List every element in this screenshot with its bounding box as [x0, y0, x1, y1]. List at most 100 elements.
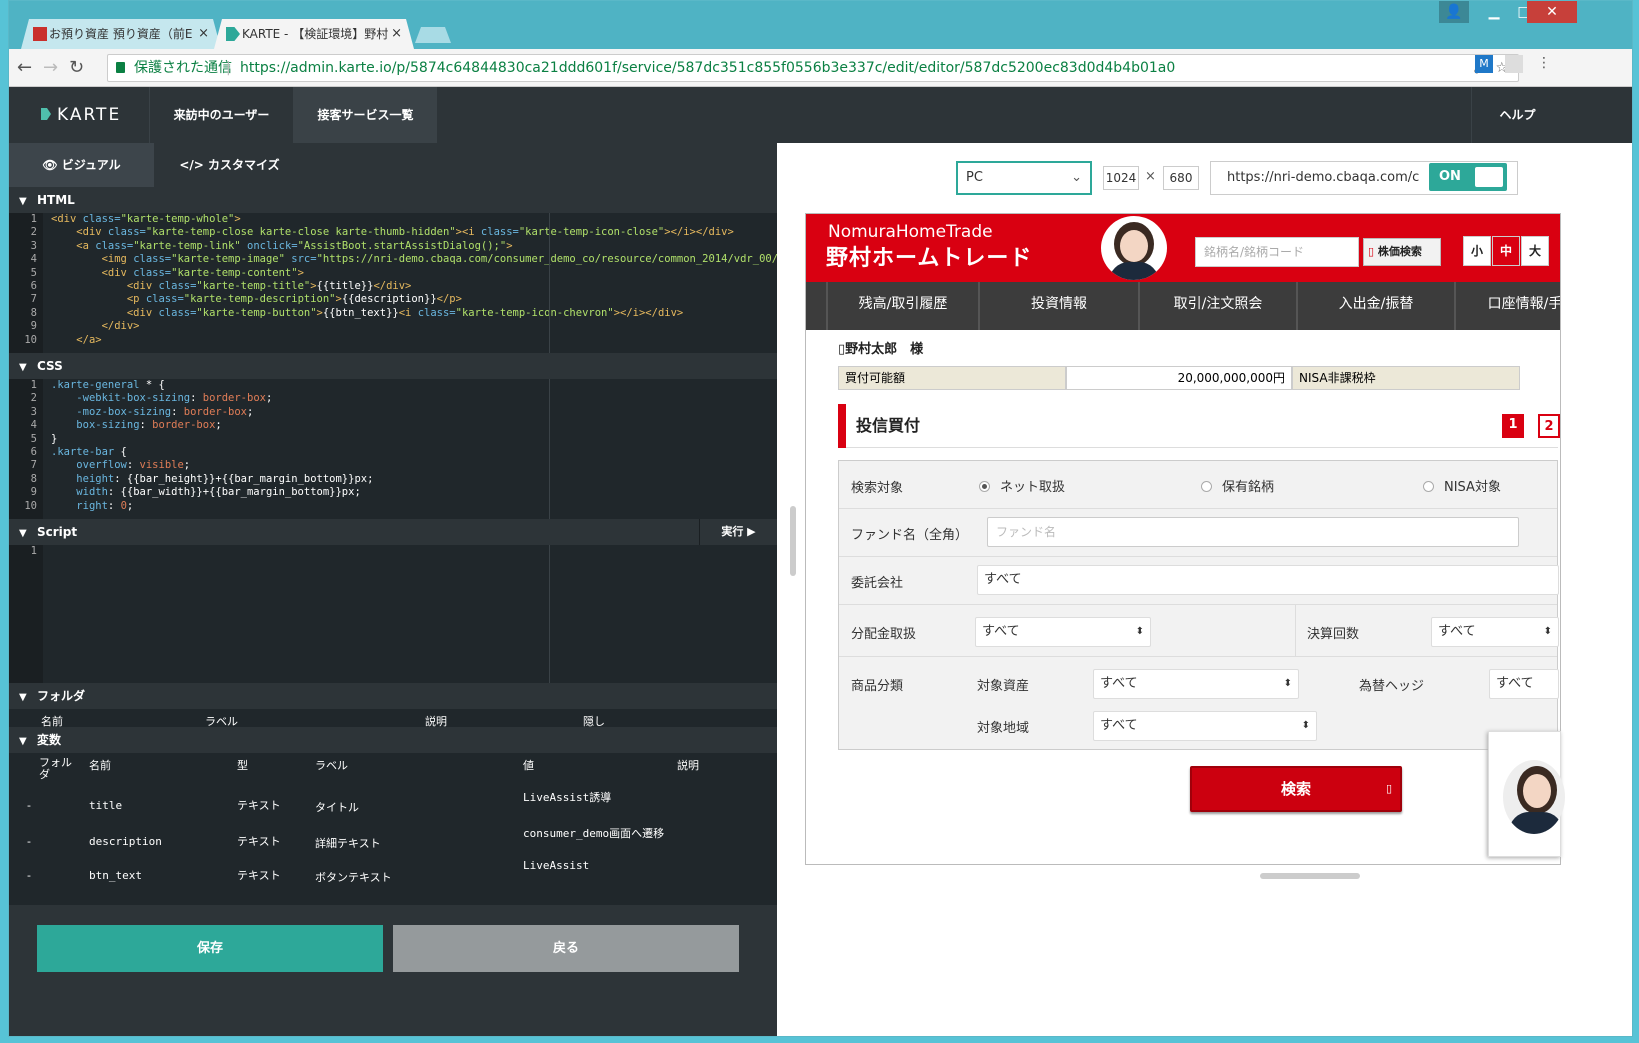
back-arrow-icon[interactable]: ← — [17, 57, 32, 78]
tab-visual[interactable]: 👁 ビジュアル — [9, 143, 154, 187]
menu-info[interactable]: 投資情報 — [978, 282, 1138, 330]
updown-icon: ⬍ — [1283, 678, 1292, 689]
height-input[interactable]: 680 — [1163, 166, 1199, 190]
radio-held[interactable]: 保有銘柄 — [1201, 476, 1274, 495]
nav-service-list[interactable]: 接客サービス一覧 — [293, 87, 437, 143]
asset-select[interactable]: すべて ⬍ — [1093, 669, 1299, 699]
css-code-editor[interactable]: 1 2 3 4 5 6 7 8 9 10 .karte-general * { -webkit-b… — [9, 379, 777, 519]
dist-select[interactable]: すべて ⬍ — [975, 617, 1151, 647]
line-numbers: 1 2 3 4 5 6 7 8 9 10 — [9, 379, 43, 519]
chevron-down-icon: ⌄ — [1071, 170, 1082, 185]
back-button[interactable]: 戻る — [393, 925, 739, 972]
app-navbar: KARTE 来訪中のユーザー 接客サービス一覧 ヘルプ — [9, 87, 1632, 143]
karte-favicon-icon — [226, 27, 240, 41]
url-text: https://admin.karte.io/p/5874c64844830ca… — [240, 60, 1176, 76]
close-icon[interactable]: × — [391, 19, 402, 49]
menu-orders[interactable]: 取引/注文照会 — [1138, 282, 1296, 330]
logo-jp: 野村ホームトレード — [826, 246, 1033, 271]
fund-search-button[interactable]: 検索 ▯ — [1190, 766, 1402, 812]
form-row-product: 商品分類 対象資産 すべて ⬍ 為替ヘッジ すべて 対象地域 すべて ⬍ — [839, 657, 1559, 751]
new-tab-button[interactable] — [415, 27, 451, 43]
lock-icon — [116, 62, 125, 73]
width-input[interactable]: 1024 — [1103, 166, 1139, 190]
fund-name-input[interactable]: ファンド名 — [987, 517, 1519, 547]
nisa-label: NISA非課税枠 — [1292, 366, 1520, 390]
run-button[interactable]: 実行 ▶ — [699, 519, 777, 545]
menu-dots-icon[interactable]: ⋮ — [1537, 55, 1551, 71]
col-value: 値 — [523, 759, 534, 772]
user-icon[interactable]: 👤 — [1439, 1, 1469, 23]
device-select[interactable]: PC ⌄ — [956, 161, 1092, 195]
search-form: 検索対象 ネット取扱 保有銘柄 NISA対象 ファンド名（全角） ファンド名 委… — [838, 460, 1559, 751]
menu-account[interactable]: 口座情報/手 — [1454, 282, 1560, 330]
value-textarea[interactable]: consumer_demo画面へ遷移 — [523, 825, 664, 841]
nav-visiting-users[interactable]: 来訪中のユーザー — [149, 87, 293, 143]
browser-window: お預り資産 預り資産（前E × KARTE - 【検証環境】野村 × 👤 ▁ □… — [8, 0, 1633, 1037]
section-title: 投信買付 — [856, 416, 921, 435]
value-textarea[interactable]: LiveAssist誘導 — [523, 789, 611, 805]
extension-m-icon[interactable]: M — [1475, 55, 1493, 73]
print-margin — [549, 213, 550, 353]
address-bar[interactable]: 保護された通信 | https://admin.karte.io/p/5874c… — [107, 54, 1519, 82]
reload-icon[interactable]: ↻ — [69, 57, 84, 78]
chevron-down-icon: ▼ — [19, 736, 27, 747]
browser-tab-1[interactable]: お預り資産 預り資産（前E × — [21, 19, 221, 49]
line-numbers: 1 — [9, 545, 43, 683]
preview-site: NomuraHomeTrade 野村ホームトレード 銘柄名/銘柄コード ▯ 株価… — [805, 213, 1561, 865]
html-code-editor[interactable]: 1 2 3 4 5 6 7 8 9 10 <div class="karte-temp-whole… — [9, 213, 777, 353]
karte-logo[interactable]: KARTE — [9, 87, 149, 143]
close-icon[interactable]: × — [198, 19, 209, 49]
col-description: 説明 — [677, 759, 699, 772]
save-button[interactable]: 保存 — [37, 925, 383, 972]
close-window-button[interactable]: ✕ — [1527, 1, 1577, 23]
line-numbers: 1 2 3 4 5 6 7 8 9 10 — [9, 213, 43, 353]
divider: | — [226, 60, 231, 76]
chevron-down-icon: ▼ — [19, 362, 27, 373]
folder-table-header: 名前 ラベル 説明 隠し — [9, 713, 777, 728]
karte-logo-icon — [41, 108, 51, 120]
favicon-icon — [33, 27, 47, 41]
tab-label: KARTE - 【検証環境】野村 — [242, 27, 389, 41]
region-select[interactable]: すべて ⬍ — [1093, 711, 1317, 741]
settle-select[interactable]: すべて ⬍ — [1431, 617, 1559, 647]
horizontal-scrollbar[interactable] — [1260, 873, 1360, 879]
operator-avatar — [1503, 760, 1565, 834]
value-textarea[interactable]: LiveAssist — [523, 859, 589, 872]
minimize-button[interactable]: ▁ — [1479, 1, 1509, 23]
table-row: - description テキスト 詳細テキスト consumer_demo画… — [27, 825, 665, 850]
hedge-select[interactable]: すべて — [1489, 669, 1559, 699]
site-header: NomuraHomeTrade 野村ホームトレード 銘柄名/銘柄コード ▯ 株価… — [806, 214, 1560, 282]
search-icon: ▯ — [1368, 245, 1375, 258]
stock-search-input[interactable]: 銘柄名/銘柄コード — [1195, 237, 1359, 267]
title-bar: お預り資産 預り資産（前E × KARTE - 【検証環境】野村 × 👤 ▁ □… — [9, 1, 1632, 49]
menu-balance[interactable]: 残高/取引履歴 — [826, 282, 978, 330]
folder-section-header[interactable]: ▼ フォルダ — [9, 683, 777, 709]
font-size-small[interactable]: 小 — [1463, 236, 1491, 266]
browser-tab-2[interactable]: KARTE - 【検証環境】野村 × — [214, 19, 414, 49]
buy-label: 買付可能額 — [838, 366, 1066, 390]
forward-arrow-icon[interactable]: → — [43, 57, 58, 78]
stock-search-button[interactable]: ▯ 株価検索 — [1363, 238, 1441, 266]
trust-select[interactable]: すべて — [977, 565, 1559, 595]
font-size-medium[interactable]: 中 — [1492, 236, 1520, 266]
extension-icon[interactable] — [1505, 55, 1523, 73]
html-section-header[interactable]: ▼ HTML — [9, 187, 777, 213]
editor-footer: 保存 戻る — [9, 905, 777, 1036]
tab-customize[interactable]: </> カスタマイズ — [157, 143, 302, 187]
radio-nisa[interactable]: NISA対象 — [1423, 476, 1501, 495]
col-type: 型 — [237, 759, 248, 772]
css-section-header[interactable]: ▼ CSS — [9, 353, 777, 379]
panel-splitter[interactable] — [790, 506, 796, 576]
vars-section-header[interactable]: ▼ 変数 — [9, 727, 777, 753]
font-size-large[interactable]: 大 — [1521, 236, 1549, 266]
radio-net[interactable]: ネット取扱 — [979, 476, 1065, 495]
mode-tabs: 👁 ビジュアル </> カスタマイズ — [9, 143, 777, 187]
live-assist-widget[interactable] — [1488, 731, 1565, 857]
script-section-header[interactable]: ▼ Script 実行 ▶ — [9, 519, 777, 545]
preview-toggle[interactable]: ON — [1429, 163, 1507, 191]
html-code: <div class="karte-temp-whole"> <div clas… — [51, 213, 777, 346]
script-code-editor[interactable]: 1 — [9, 545, 777, 683]
logo-en: NomuraHomeTrade — [828, 222, 993, 242]
menu-transfer[interactable]: 入出金/振替 — [1296, 282, 1454, 330]
nav-help[interactable]: ヘルプ — [1471, 87, 1563, 143]
